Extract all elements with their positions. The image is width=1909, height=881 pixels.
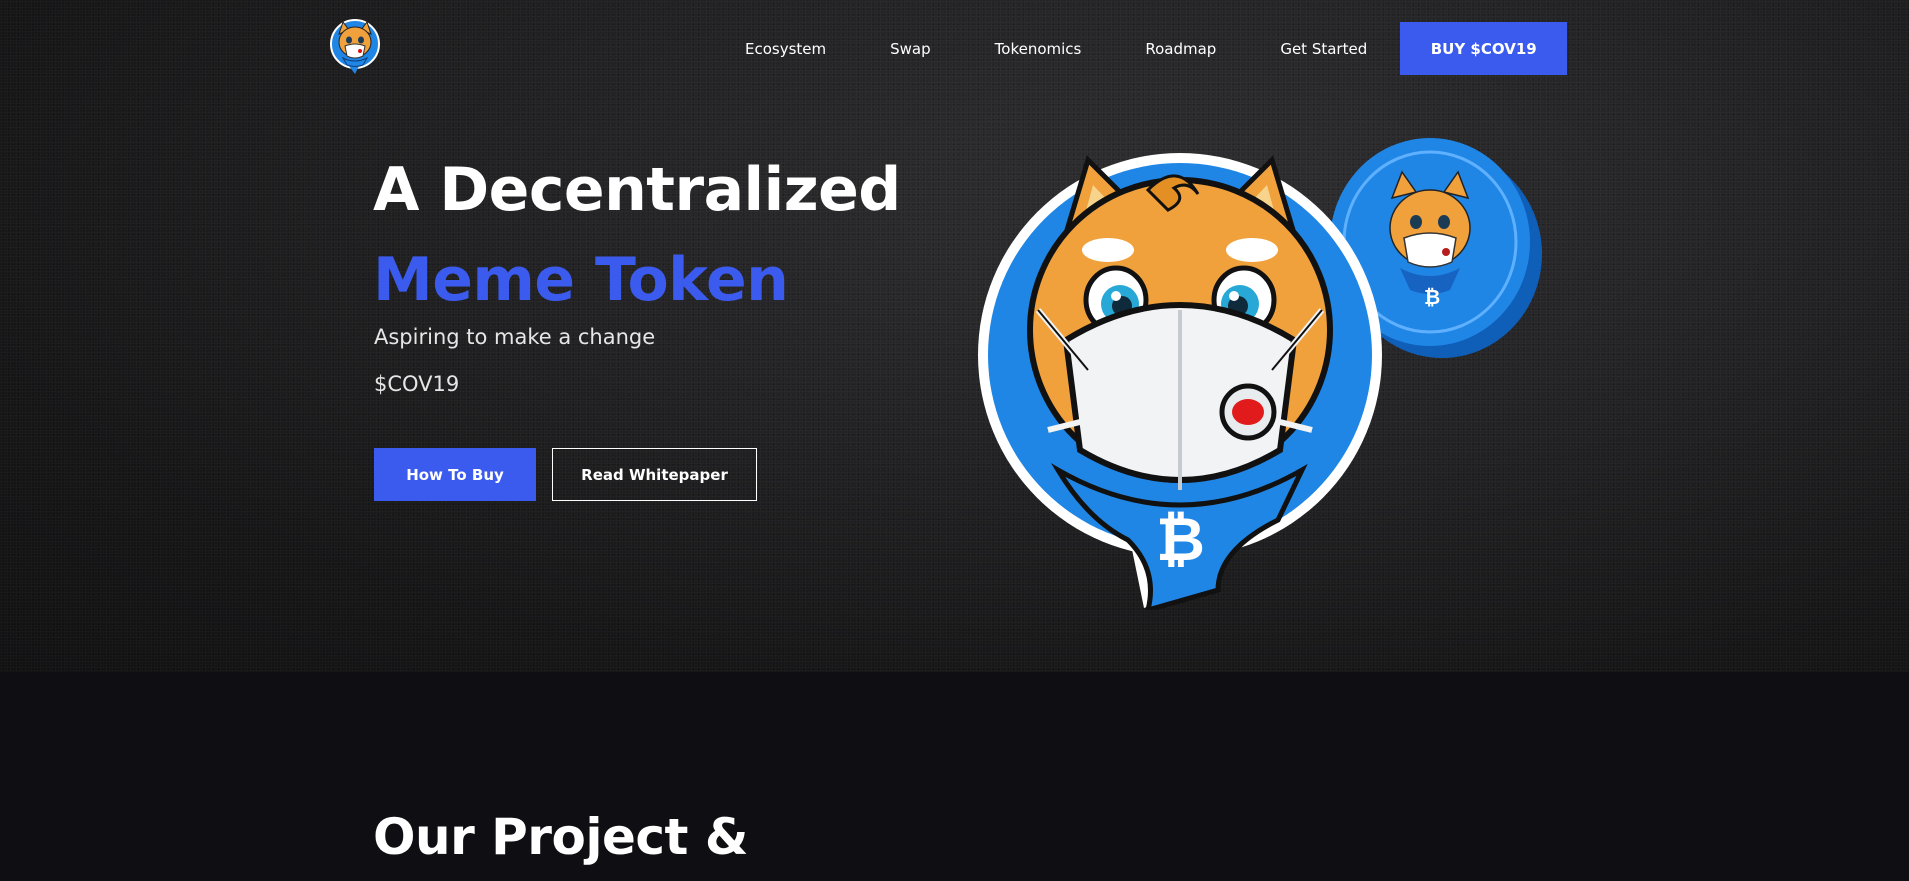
token-ticker: $COV19	[374, 372, 460, 396]
main-nav: Ecosystem Swap Tokenomics Roadmap Get St…	[745, 22, 1568, 75]
nav-link-ecosystem[interactable]: Ecosystem	[745, 40, 826, 58]
svg-text:₿: ₿	[1424, 285, 1440, 309]
buy-token-button[interactable]: BUY $COV19	[1400, 22, 1568, 75]
site-logo[interactable]	[329, 18, 381, 76]
section-title: Our Project &	[373, 808, 748, 866]
hero-headline-accent: Meme Token	[373, 245, 789, 315]
nav-link-swap[interactable]: Swap	[890, 40, 931, 58]
nav-link-get-started[interactable]: Get Started	[1280, 40, 1367, 58]
read-whitepaper-button[interactable]: Read Whitepaper	[552, 448, 757, 501]
how-to-buy-button[interactable]: How To Buy	[374, 448, 536, 501]
hero-section	[0, 0, 1909, 672]
hero-tagline: Aspiring to make a change	[374, 325, 656, 349]
hero-headline: A Decentralized	[373, 155, 901, 225]
mascot-illustration: ₿	[978, 153, 1382, 610]
bitcoin-icon: ₿	[1156, 505, 1205, 575]
nav-link-roadmap[interactable]: Roadmap	[1145, 40, 1216, 58]
nav-link-tokenomics[interactable]: Tokenomics	[995, 40, 1082, 58]
